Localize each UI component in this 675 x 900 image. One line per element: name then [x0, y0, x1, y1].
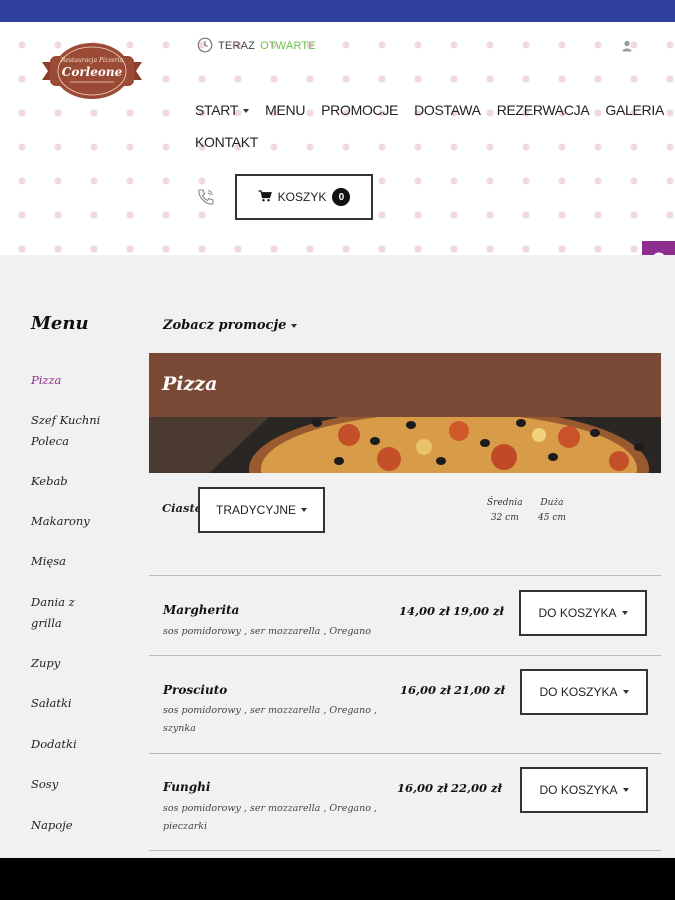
caret-down-icon	[622, 788, 629, 792]
product-price-medium: 14,00 zł	[399, 604, 450, 618]
caret-down-icon	[622, 690, 629, 694]
size-medium-header: Średnia 32 cm	[487, 496, 523, 526]
add-to-cart-button[interactable]: DO KOSZYKA	[520, 767, 648, 813]
see-promotions-link[interactable]: Zobacz promocje	[163, 318, 298, 333]
category-title: Pizza	[162, 373, 218, 395]
opening-status: TERAZ OTWARTE	[197, 37, 316, 55]
sidebar-item-dodatki[interactable]: Dodatki	[31, 734, 126, 755]
system-navigation-bar	[0, 858, 675, 900]
nav-kontakt[interactable]: KONTAKT	[195, 134, 258, 150]
sidebar-item-napoje[interactable]: Napoje	[31, 815, 126, 836]
clock-icon	[197, 37, 213, 56]
nav-menu[interactable]: MENU	[265, 102, 305, 118]
cart-label: KOSZYK	[277, 190, 327, 204]
nav-rezerwacja[interactable]: REZERWACJA	[497, 102, 590, 118]
main-navigation: START MENU PROMOCJE DOSTAWA REZERWACJA G…	[195, 98, 665, 162]
cart-button[interactable]: KOSZYK 0	[235, 174, 373, 220]
row-divider	[149, 575, 661, 576]
sidebar-item-szef-kuchni-poleca[interactable]: Szef Kuchni Poleca	[31, 410, 126, 452]
status-value: OTWARTE	[260, 40, 316, 52]
row-divider	[149, 655, 661, 656]
sidebar-item-sosy[interactable]: Sosy	[31, 774, 126, 795]
product-price-large: 21,00 zł	[454, 683, 505, 697]
add-to-cart-button[interactable]: DO KOSZYKA	[520, 669, 648, 715]
product-description: sos pomidorowy , ser mozzarella , Oregan…	[163, 705, 377, 734]
sidebar-item-zupy[interactable]: Zupy	[31, 653, 126, 674]
product-price-large: 19,00 zł	[453, 604, 504, 618]
top-color-bar	[0, 0, 675, 22]
dough-label: Ciasto	[162, 501, 203, 515]
sidebar-item-miesa[interactable]: Mięsa	[31, 551, 126, 572]
product-price-medium: 16,00 zł	[400, 683, 451, 697]
phone-icon[interactable]	[196, 187, 216, 207]
caret-down-icon	[291, 323, 298, 328]
cart-count-badge: 0	[332, 188, 351, 206]
size-large-label: Duża	[540, 498, 564, 508]
product-name: Margherita	[163, 603, 240, 617]
sidebar-item-pizza[interactable]: Pizza	[31, 370, 126, 391]
user-icon[interactable]	[620, 39, 634, 53]
sidebar-item-salatki[interactable]: Sałatki	[31, 693, 126, 714]
product-description: sos pomidorowy , ser mozzarella , Oregan…	[163, 803, 377, 832]
dough-type-value: TRADYCYJNE	[215, 503, 296, 517]
size-medium-value: 32 cm	[490, 513, 519, 523]
product-name: Prosciuto	[163, 683, 228, 697]
product-name: Funghi	[163, 780, 211, 794]
sidebar-title: Menu	[31, 313, 89, 334]
size-medium-label: Średnia	[487, 498, 523, 508]
sidebar-item-dania-z-grilla[interactable]: Dania z grilla	[31, 592, 91, 634]
dough-type-select[interactable]: TRADYCYJNE	[198, 487, 325, 533]
status-prefix: TERAZ	[218, 40, 256, 52]
pizza-photo	[149, 417, 661, 473]
sidebar-item-kebab[interactable]: Kebab	[31, 471, 126, 492]
add-to-cart-button[interactable]: DO KOSZYKA	[519, 590, 647, 636]
nav-dostawa[interactable]: DOSTAWA	[414, 102, 481, 118]
category-banner	[149, 353, 661, 417]
product-price-large: 22,00 zł	[451, 781, 502, 795]
row-divider	[149, 850, 661, 851]
sidebar-item-makarony[interactable]: Makarony	[31, 511, 126, 532]
nav-promocje[interactable]: PROMOCJE	[321, 102, 398, 118]
product-description: sos pomidorowy , ser mozzarella , Oregan…	[163, 626, 371, 637]
size-large-value: 45 cm	[538, 513, 566, 523]
product-price-medium: 16,00 zł	[397, 781, 448, 795]
nav-start[interactable]: START	[195, 102, 250, 118]
logo-title-text: Corleone	[62, 65, 123, 79]
row-divider	[149, 753, 661, 754]
caret-down-icon	[243, 109, 250, 114]
cart-icon	[258, 189, 272, 205]
size-large-header: Duża 45 cm	[538, 496, 566, 526]
nav-galeria[interactable]: GALERIA	[605, 102, 664, 118]
logo-subtitle-text: Restauracja Pizzeria	[60, 57, 124, 64]
caret-down-icon	[301, 508, 307, 512]
restaurant-logo[interactable]: Restauracja Pizzeria Corleone	[40, 40, 144, 102]
caret-down-icon	[621, 611, 628, 615]
